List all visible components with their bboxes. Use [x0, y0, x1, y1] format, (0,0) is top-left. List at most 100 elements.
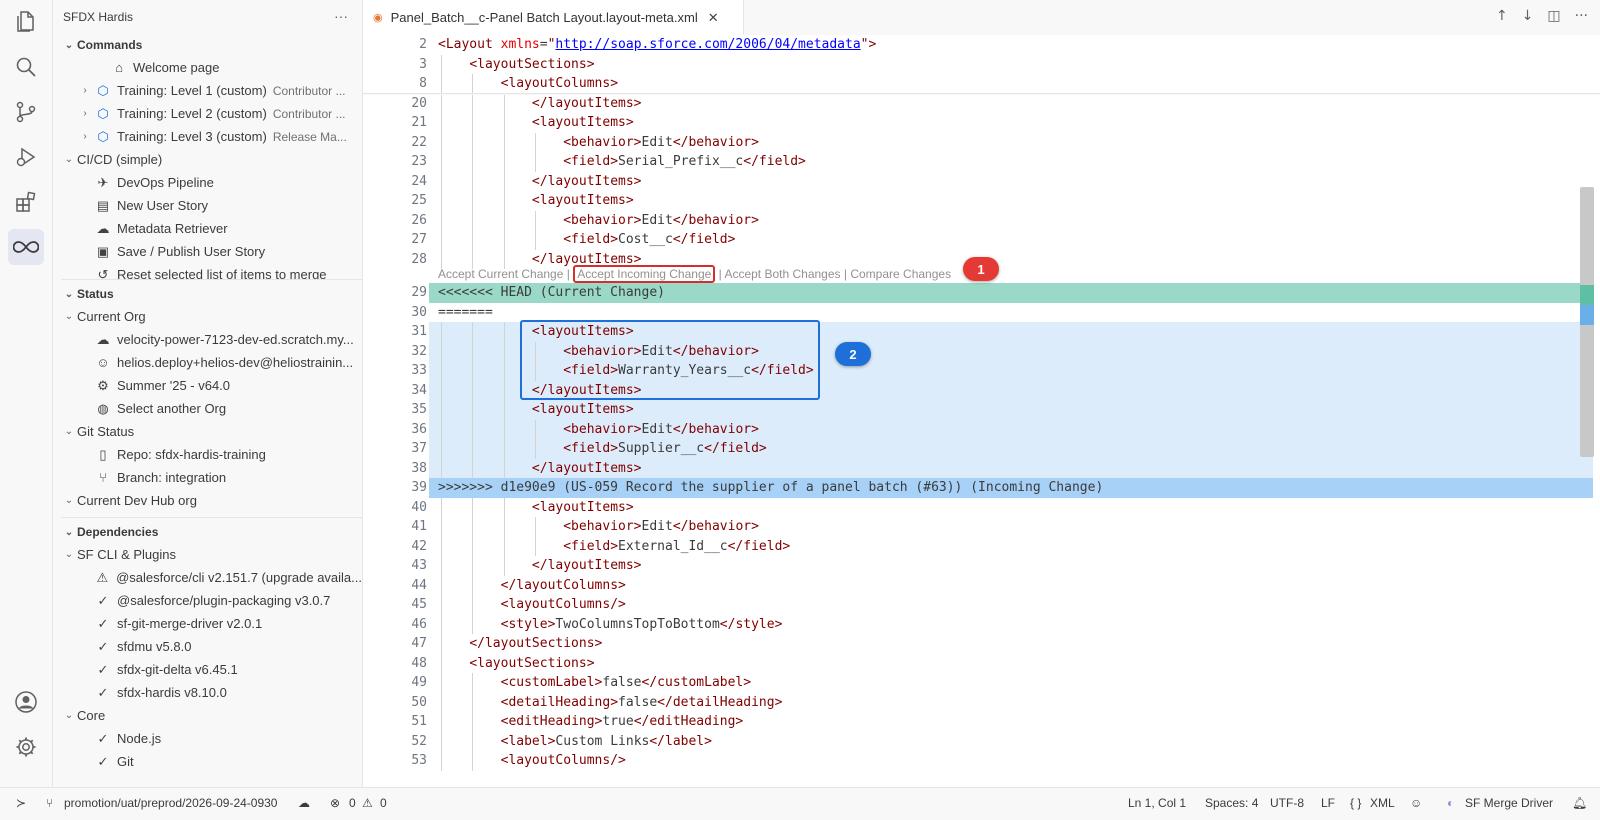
- tree-item[interactable]: ⌄ CI/CD (simple): [53, 148, 362, 171]
- sfdx-hardis-icon[interactable]: [8, 229, 44, 265]
- tree-item[interactable]: ✈ DevOps Pipeline: [53, 171, 362, 194]
- chevron-down-icon[interactable]: ⌄: [61, 311, 77, 322]
- tree-item[interactable]: ☁ velocity-power-7123-dev-ed.scratch.my..…: [53, 328, 362, 351]
- mortarboard-icon: ⬡: [97, 128, 109, 144]
- tree-item[interactable]: ⌄ Current Dev Hub org: [53, 489, 362, 512]
- tree-item[interactable]: ⚙ Summer '25 - v64.0: [53, 374, 362, 397]
- new-file-icon: ▤: [96, 197, 110, 213]
- source-control-icon[interactable]: [8, 94, 44, 130]
- sync-icon[interactable]: ☁: [298, 796, 310, 810]
- code-text: </layoutItems>: [531, 173, 642, 189]
- tree-item[interactable]: ✓ sfdmu v5.8.0: [53, 635, 362, 658]
- tree-item-label: Welcome page: [133, 60, 220, 75]
- chevron-right-icon[interactable]: ›: [77, 131, 93, 142]
- tree-item[interactable]: ✓ Git: [53, 750, 362, 773]
- accept-incoming-change-link[interactable]: Accept Incoming Change: [573, 265, 716, 283]
- tree-item[interactable]: ⑂ Branch: integration: [53, 466, 362, 489]
- tree-item[interactable]: ✓ sfdx-git-delta v6.45.1: [53, 658, 362, 681]
- check-icon: ✓: [97, 661, 109, 677]
- tree-item[interactable]: ▯ Repo: sfdx-hardis-training: [53, 443, 362, 466]
- warning-icon[interactable]: ⚠: [362, 796, 373, 810]
- tree-item[interactable]: ⌄ Core: [53, 704, 362, 727]
- tree-item-label: velocity-power-7123-dev-ed.scratch.my...: [117, 332, 354, 347]
- tree-item[interactable]: ☺ helios.deploy+helios-dev@heliostrainin.…: [53, 351, 362, 374]
- arrow-down-icon[interactable]: ↓: [1522, 8, 1534, 24]
- run-debug-icon[interactable]: [8, 139, 44, 175]
- error-icon[interactable]: ⊗: [330, 796, 340, 810]
- code-text: <layoutItems>: [531, 115, 634, 130]
- branch-icon[interactable]: ⑂: [46, 796, 53, 810]
- tree-item[interactable]: › ⬡ Training: Level 2 (custom) Contributor …: [53, 102, 362, 125]
- tree-item[interactable]: ✓ sf-git-merge-driver v2.0.1: [53, 612, 362, 635]
- section-dependencies[interactable]: ⌄ Dependencies: [53, 521, 362, 543]
- split-editor-icon[interactable]: ◫: [1547, 8, 1560, 24]
- indentation[interactable]: Spaces: 4: [1205, 796, 1258, 810]
- error-count[interactable]: 0: [349, 796, 356, 810]
- tree-item[interactable]: ▤ New User Story: [53, 194, 362, 217]
- extensions-icon[interactable]: [8, 184, 44, 220]
- code-line: 21 <layoutItems>: [363, 113, 1593, 133]
- section-dependencies-label: Dependencies: [77, 525, 159, 539]
- tree-item[interactable]: ✓ Node.js: [53, 727, 362, 750]
- tree-item[interactable]: ⌄ Current Org: [53, 305, 362, 328]
- arrow-up-icon[interactable]: ↑: [1496, 8, 1508, 24]
- chevron-down-icon: ⌄: [64, 526, 74, 538]
- code-editor[interactable]: 2 <Layout xmlns="http://soap.sforce.com/2…: [363, 35, 1600, 787]
- code-text: <customLabel>false</customLabel>: [500, 675, 752, 690]
- search-icon[interactable]: [8, 49, 44, 85]
- close-icon[interactable]: ✕: [708, 10, 719, 26]
- account-icon[interactable]: [8, 684, 44, 720]
- tree-item[interactable]: ↺ Reset selected list of items to merge: [53, 263, 362, 280]
- line-number: 37: [411, 441, 427, 456]
- merge-driver-status[interactable]: SF Merge Driver: [1465, 796, 1553, 810]
- annotation-badge-1: 1: [963, 257, 999, 281]
- code-line: 27 <field>Cost__c</field>: [363, 230, 1593, 250]
- check-icon: ✓: [97, 592, 109, 608]
- tree-item-label: sfdmu v5.8.0: [117, 639, 192, 654]
- explorer-icon[interactable]: [8, 3, 44, 39]
- tree-item[interactable]: › ⬡ Training: Level 1 (custom) Contributor …: [53, 79, 362, 102]
- tree-item[interactable]: ▣ Save / Publish User Story: [53, 240, 362, 263]
- encoding[interactable]: UTF-8: [1270, 796, 1304, 810]
- cursor-position[interactable]: Ln 1, Col 1: [1128, 796, 1186, 810]
- language-mode[interactable]: XML: [1370, 796, 1395, 810]
- check-icon: ✓: [97, 753, 109, 769]
- code-text: <layoutItems>: [531, 193, 634, 208]
- chevron-down-icon[interactable]: ⌄: [61, 549, 77, 560]
- more-actions-icon[interactable]: ···: [334, 8, 348, 24]
- bell-icon[interactable]: 🔔︎: [1572, 796, 1587, 810]
- annotation-badge-2: 2: [835, 342, 871, 366]
- branch-name[interactable]: promotion/uat/preprod/2026-09-24-0930: [64, 796, 277, 810]
- warning-count[interactable]: 0: [380, 796, 387, 810]
- code-line: 3 <layoutSections>: [363, 54, 1593, 74]
- accept-both-changes-link[interactable]: Accept Both Changes: [724, 267, 840, 281]
- chevron-down-icon[interactable]: ⌄: [61, 495, 77, 506]
- more-actions-icon[interactable]: ···: [1575, 8, 1588, 24]
- tree-item[interactable]: ⚠ @salesforce/cli v2.151.7 (upgrade avail…: [53, 566, 362, 589]
- chevron-right-icon[interactable]: ›: [77, 85, 93, 96]
- manage-gear-icon[interactable]: [8, 729, 44, 765]
- remote-icon[interactable]: ≻: [16, 796, 26, 810]
- chevron-down-icon[interactable]: ⌄: [61, 154, 77, 165]
- chevron-right-icon[interactable]: ›: [77, 108, 93, 119]
- chevron-down-icon[interactable]: ⌄: [61, 710, 77, 721]
- tree-item[interactable]: ◍ Select another Org: [53, 397, 362, 420]
- copilot-icon[interactable]: ☺: [1410, 796, 1422, 810]
- chevron-down-icon[interactable]: ⌄: [61, 426, 77, 437]
- section-commands[interactable]: ⌄ Commands: [53, 34, 362, 56]
- tree-item[interactable]: › ⬡ Training: Level 3 (custom) Release Ma..…: [53, 125, 362, 148]
- accept-current-change-link[interactable]: Accept Current Change: [438, 267, 563, 281]
- tree-item[interactable]: ⌄ Git Status: [53, 420, 362, 443]
- section-status[interactable]: ⌄ Status: [53, 283, 362, 305]
- tree-item-label: Training: Level 1 (custom): [117, 83, 267, 98]
- tree-item[interactable]: ☁ Metadata Retriever: [53, 217, 362, 240]
- tab-layout-file[interactable]: ◉ Panel_Batch__c-Panel Batch Layout.layo…: [363, 0, 744, 35]
- sidebar: SFDX Hardis ··· ⌄ Commands ⌂ Welcome page…: [53, 0, 363, 787]
- tree-item[interactable]: ✓ @salesforce/plugin-packaging v3.0.7: [53, 589, 362, 612]
- tree-item[interactable]: ⌄ SF CLI & Plugins: [53, 543, 362, 566]
- tree-item[interactable]: ✓ sfdx-hardis v8.10.0: [53, 681, 362, 704]
- end-of-line[interactable]: LF: [1321, 796, 1335, 810]
- tree-item[interactable]: ⌂ Welcome page: [53, 56, 362, 79]
- compare-changes-link[interactable]: Compare Changes: [850, 267, 951, 281]
- repo-icon: ▯: [99, 446, 107, 462]
